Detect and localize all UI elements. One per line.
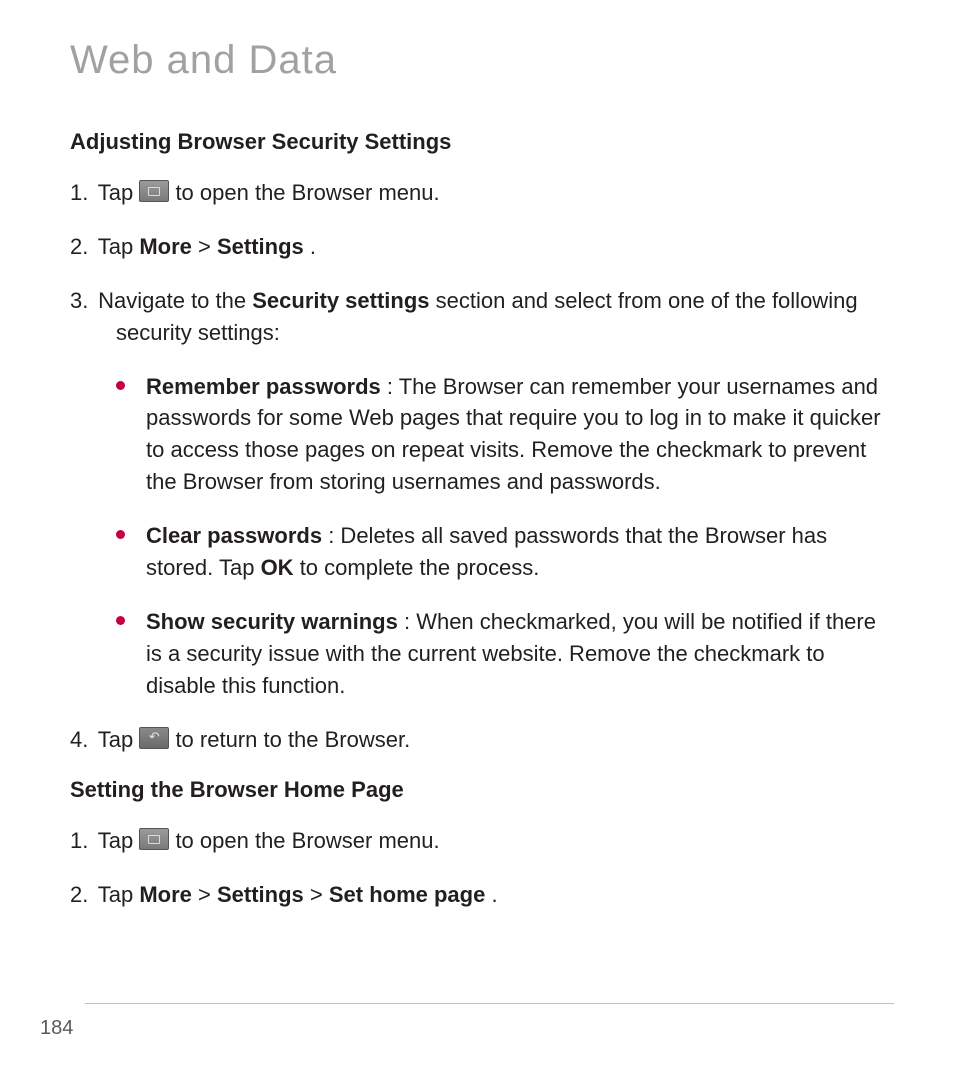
step-3: 3. Navigate to the Security settings sec…	[70, 285, 894, 349]
label-set-home-page: Set home page	[329, 882, 485, 907]
step-b1: 1. Tap to open the Browser menu.	[70, 825, 894, 857]
step-text: Tap	[98, 727, 140, 752]
back-icon	[139, 727, 169, 749]
section-heading-security: Adjusting Browser Security Settings	[70, 129, 894, 155]
step-text: .	[491, 882, 497, 907]
page-number: 184	[40, 1017, 73, 1040]
separator: >	[310, 882, 329, 907]
step-text: to open the Browser menu.	[175, 828, 439, 853]
step-text: Navigate to the	[98, 288, 252, 313]
step-text: Tap	[98, 180, 140, 205]
bullet-title: Clear passwords	[146, 523, 322, 548]
step-b2: 2. Tap More > Settings > Set home page .	[70, 879, 894, 911]
step-number: 2.	[70, 879, 92, 911]
bullet-show-security-warnings: Show security warnings : When checkmarke…	[116, 606, 894, 702]
label-more: More	[139, 234, 192, 259]
step-number: 1.	[70, 825, 92, 857]
step-number: 4.	[70, 724, 92, 756]
separator: >	[198, 234, 217, 259]
step-1: 1. Tap to open the Browser menu.	[70, 177, 894, 209]
step-4: 4. Tap to return to the Browser.	[70, 724, 894, 756]
separator: >	[198, 882, 217, 907]
step-text: to open the Browser menu.	[175, 180, 439, 205]
label-more: More	[139, 882, 192, 907]
bullet-clear-passwords: Clear passwords : Deletes all saved pass…	[116, 520, 894, 584]
menu-icon	[139, 828, 169, 850]
section-heading-homepage: Setting the Browser Home Page	[70, 777, 894, 803]
step-text: to return to the Browser.	[175, 727, 410, 752]
bullet-body: to complete the process.	[300, 555, 540, 580]
step-text: Tap	[98, 828, 140, 853]
page-rule	[85, 1003, 894, 1004]
label-security-settings: Security settings	[252, 288, 429, 313]
label-ok: OK	[261, 555, 294, 580]
step-text: .	[310, 234, 316, 259]
bullet-list: Remember passwords : The Browser can rem…	[70, 371, 894, 702]
label-settings: Settings	[217, 882, 304, 907]
step-text: Tap	[98, 882, 140, 907]
step-number: 2.	[70, 231, 92, 263]
step-text: Tap	[98, 234, 140, 259]
step-number: 1.	[70, 177, 92, 209]
bullet-title: Show security warnings	[146, 609, 398, 634]
manual-page: Web and Data Adjusting Browser Security …	[0, 0, 954, 1074]
bullet-title: Remember passwords	[146, 374, 381, 399]
bullet-remember-passwords: Remember passwords : The Browser can rem…	[116, 371, 894, 499]
page-title: Web and Data	[70, 38, 894, 83]
step-number: 3.	[70, 285, 92, 317]
step-2: 2. Tap More > Settings .	[70, 231, 894, 263]
label-settings: Settings	[217, 234, 304, 259]
menu-icon	[139, 180, 169, 202]
